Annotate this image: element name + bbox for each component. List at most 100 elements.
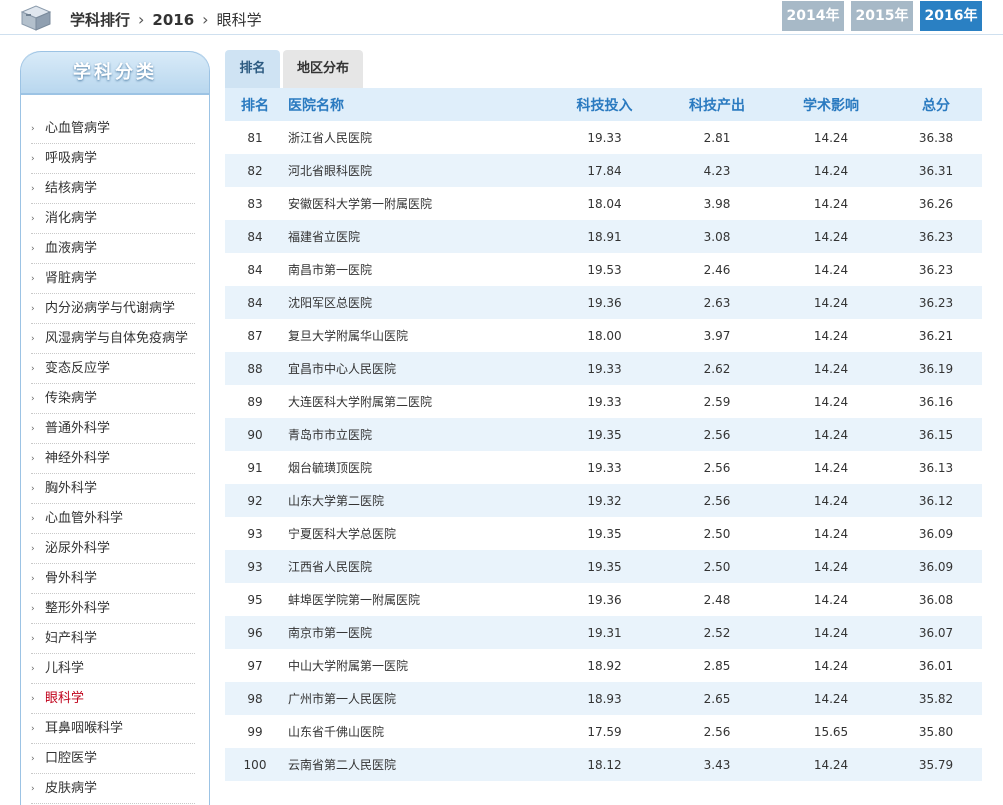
table-row: 83 安徽医科大学第一附属医院 18.04 3.98 14.24 36.26 [225,187,982,220]
sidebar-item[interactable]: › 结核病学 [31,174,195,204]
bullet-icon: › [31,604,35,614]
year-selector: 2014年 2015年 2016年 [782,1,982,31]
cell-rank: 81 [247,130,263,145]
cell-invest: 19.36 [587,592,622,607]
cell-output: 2.81 [703,130,731,145]
table-row: 84 福建省立医院 18.91 3.08 14.24 36.23 [225,220,982,253]
cell-impact: 14.24 [813,526,849,541]
cell-invest: 18.91 [587,229,622,244]
cell-name[interactable]: 烟台毓璜顶医院 [285,459,547,476]
cell-total: 36.01 [918,658,954,673]
sidebar-item[interactable]: › 整形外科学 [31,594,195,624]
table-row: 93 江西省人民医院 19.35 2.50 14.24 36.09 [225,550,982,583]
cell-total: 36.12 [918,493,954,508]
cell-output: 2.50 [703,559,731,574]
cell-invest: 19.36 [587,295,622,310]
sidebar-item[interactable]: › 消化病学 [31,204,195,234]
cell-total: 36.23 [918,229,954,244]
cell-name[interactable]: 青岛市市立医院 [285,426,547,443]
sidebar-item[interactable]: › 肾脏病学 [31,264,195,294]
sidebar-item[interactable]: › 风湿病学与自体免疫病学 [31,324,195,354]
year-button-2016[interactable]: 2016年 [920,1,982,31]
sidebar-item[interactable]: › 泌尿外科学 [31,534,195,564]
header-impact: 学术影响 [803,97,859,114]
cell-output: 2.48 [703,592,731,607]
cell-name[interactable]: 山东省千佛山医院 [285,723,547,740]
sidebar-item-label: 普通外科学 [45,421,111,436]
cell-name[interactable]: 沈阳军区总医院 [285,294,547,311]
breadcrumb-root[interactable]: 学科排行 [70,9,130,30]
sidebar-item[interactable]: › 普通外科学 [31,414,195,444]
cell-name[interactable]: 复旦大学附属华山医院 [285,327,547,344]
cell-impact: 14.24 [813,328,849,343]
header-total: 总分 [922,97,950,114]
sidebar-item-label: 口腔医学 [45,751,98,766]
sidebar-item[interactable]: › 内分泌病学与代谢病学 [31,294,195,324]
cell-output: 2.59 [703,394,731,409]
cell-name[interactable]: 蚌埠医学院第一附属医院 [285,591,547,608]
cell-invest: 19.33 [587,130,622,145]
cell-rank: 84 [247,229,263,244]
sidebar-item[interactable]: › 儿科学 [31,654,195,684]
cell-total: 36.23 [918,262,954,277]
table-row: 81 浙江省人民医院 19.33 2.81 14.24 36.38 [225,121,982,154]
sidebar-item[interactable]: › 口腔医学 [31,744,195,774]
sidebar-item-label: 妇产科学 [45,631,98,646]
sidebar-item-label: 呼吸病学 [45,151,98,166]
bullet-icon: › [31,574,35,584]
sidebar-item[interactable]: › 心血管外科学 [31,504,195,534]
cell-output: 2.85 [703,658,731,673]
cell-name[interactable]: 中山大学附属第一医院 [285,657,547,674]
sidebar-item-label: 骨外科学 [45,571,98,586]
cell-name[interactable]: 南京市第一医院 [285,624,547,641]
cell-invest: 19.35 [587,559,622,574]
sidebar-item[interactable]: › 耳鼻咽喉科学 [31,714,195,744]
sidebar-item-label: 心血管病学 [45,121,111,136]
year-button-2015[interactable]: 2015年 [851,1,913,31]
sidebar-item-label: 心血管外科学 [45,511,124,526]
sidebar-item[interactable]: › 胸外科学 [31,474,195,504]
cell-name[interactable]: 南昌市第一医院 [285,261,547,278]
bullet-icon: › [31,424,35,434]
cell-name[interactable]: 江西省人民医院 [285,558,547,575]
tab-region[interactable]: 地区分布 [283,50,363,88]
cell-output: 2.50 [703,526,731,541]
sidebar-item[interactable]: › 血液病学 [31,234,195,264]
cell-name[interactable]: 云南省第二人民医院 [285,756,547,773]
cell-rank: 84 [247,262,263,277]
discipline-sidebar: 学科分类 › 心血管病学 › 呼吸病学 › 结核病学 › 消化病学 › 血液病学 › 肾脏病学 › 内分泌… [20,51,210,805]
cell-impact: 14.24 [813,493,849,508]
cell-name[interactable]: 河北省眼科医院 [285,162,547,179]
sidebar-item[interactable]: › 传染病学 [31,384,195,414]
sidebar-item[interactable]: › 心血管病学 [31,114,195,144]
cell-total: 36.31 [918,163,954,178]
cell-name[interactable]: 宜昌市中心人民医院 [285,360,547,377]
sidebar-item[interactable]: › 神经外科学 [31,444,195,474]
cell-rank: 92 [247,493,263,508]
cell-name[interactable]: 山东大学第二医院 [285,492,547,509]
cell-name[interactable]: 广州市第一人民医院 [285,690,547,707]
sidebar-item[interactable]: › 呼吸病学 [31,144,195,174]
cell-rank: 93 [247,526,263,541]
bullet-icon: › [31,694,35,704]
cell-rank: 82 [247,163,263,178]
cell-total: 36.09 [918,526,954,541]
cell-impact: 14.24 [813,130,849,145]
sidebar-item-label: 内分泌病学与代谢病学 [45,301,176,316]
breadcrumb-year[interactable]: 2016 [152,11,194,29]
cell-name[interactable]: 安徽医科大学第一附属医院 [285,195,547,212]
sidebar-item[interactable]: › 骨外科学 [31,564,195,594]
sidebar-item[interactable]: › 眼科学 [31,684,195,714]
cell-impact: 14.24 [813,427,849,442]
sidebar-item[interactable]: › 变态反应学 [31,354,195,384]
cell-name[interactable]: 浙江省人民医院 [285,129,547,146]
cell-name[interactable]: 大连医科大学附属第二医院 [285,393,547,410]
tab-ranking[interactable]: 排名 [225,50,280,88]
sidebar-item[interactable]: › 皮肤病学 [31,774,195,804]
cell-name[interactable]: 宁夏医科大学总医院 [285,525,547,542]
year-button-2014[interactable]: 2014年 [782,1,844,31]
sidebar-item[interactable]: › 妇产科学 [31,624,195,654]
bullet-icon: › [31,394,35,404]
table-body: 81 浙江省人民医院 19.33 2.81 14.24 36.38 82 河北省眼科医院 17.… [225,121,982,781]
cell-name[interactable]: 福建省立医院 [285,228,547,245]
